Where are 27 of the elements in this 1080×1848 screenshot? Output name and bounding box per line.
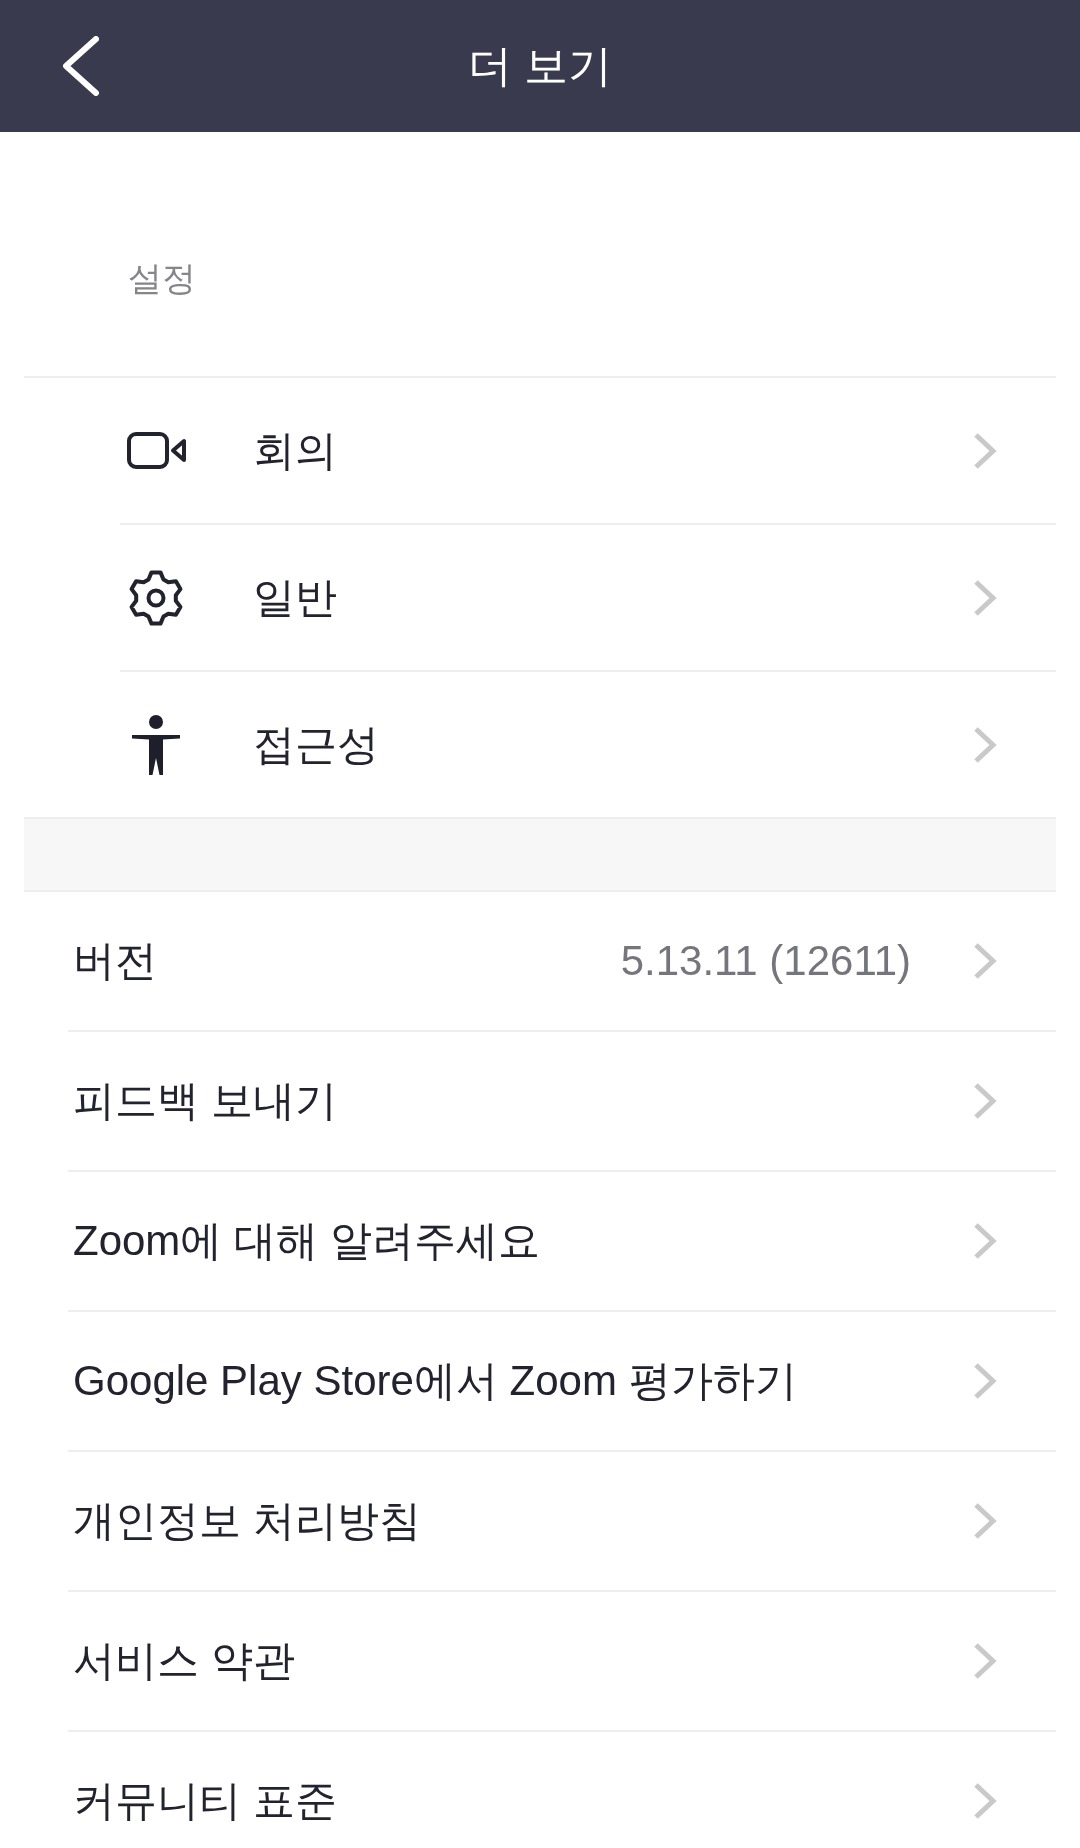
video-camera-icon bbox=[126, 432, 186, 469]
menu-item[interactable]: 서비스 약관 bbox=[24, 1592, 1056, 1730]
person-figure-icon bbox=[132, 714, 180, 775]
menu-item[interactable]: Google Play Store에서 Zoom 평가하기 bbox=[24, 1312, 1056, 1450]
menu-item[interactable]: 커뮤니티 표준 bbox=[24, 1732, 1056, 1848]
chevron-right-icon bbox=[973, 725, 997, 764]
menu-item[interactable]: 버전 5.13.11 (12611) bbox=[24, 892, 1056, 1030]
page-title: 더 보기 bbox=[467, 40, 613, 92]
chevron-right-icon bbox=[973, 1502, 997, 1540]
gear-icon bbox=[128, 568, 184, 627]
chevron-right-icon bbox=[973, 942, 997, 980]
menu-item[interactable]: 피드백 보내기 bbox=[24, 1032, 1056, 1170]
settings-item[interactable]: 접근성 bbox=[24, 672, 1056, 817]
settings-item[interactable]: 회의 bbox=[24, 378, 1056, 523]
chevron-right-icon bbox=[973, 1782, 997, 1820]
chevron-right-icon bbox=[973, 1082, 997, 1120]
settings-item[interactable]: 일반 bbox=[24, 525, 1056, 670]
chevron-right-icon bbox=[973, 1222, 997, 1260]
chevron-right-icon bbox=[973, 431, 997, 470]
section-label: 설정 bbox=[128, 258, 196, 299]
version-value: 5.13.11 (12611) bbox=[620, 936, 911, 986]
menu-item[interactable]: 개인정보 처리방침 bbox=[24, 1452, 1056, 1590]
chevron-left-icon bbox=[63, 36, 99, 96]
chevron-right-icon bbox=[973, 1642, 997, 1680]
menu-item[interactable]: Zoom에 대해 알려주세요 bbox=[24, 1172, 1056, 1310]
chevron-right-icon bbox=[973, 578, 997, 617]
chevron-right-icon bbox=[973, 1362, 997, 1400]
